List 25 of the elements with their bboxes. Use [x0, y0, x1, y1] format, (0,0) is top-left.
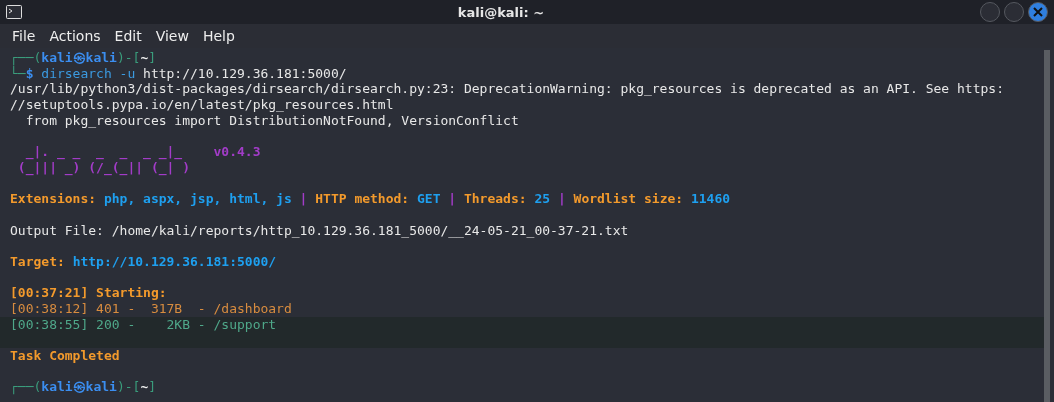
menu-item[interactable]: File [6, 26, 42, 46]
terminal-line: └─$ dirsearch -u http://10.129.36.181:5000/ [9, 65, 348, 82]
maximize-button[interactable] [1004, 2, 1024, 22]
terminal-line: [00:38:12] 401 - 317B - /dashboard [9, 301, 293, 317]
scrollbar[interactable] [1044, 50, 1050, 402]
menu-item[interactable]: Help [196, 26, 241, 46]
window-title: kali@kali: ~ [457, 4, 545, 20]
terminal-line: //setuptools.pypa.io/en/latest/pkg_resources.html [9, 97, 395, 113]
terminal-line: /usr/lib/python3/dist-packages/dirsearch/dirsearch.py:23: DeprecationWarning: pkg_resources is deprecated as an API. See https: [9, 81, 1005, 98]
close-button[interactable] [1028, 2, 1048, 22]
terminal-line: ┌──(kali㉿kali)-[~] [9, 50, 158, 66]
menu-item[interactable]: Edit [108, 26, 148, 46]
menu-item[interactable]: View [149, 26, 195, 46]
terminal-line: ┌──(kali㉿kali)-[~] [9, 379, 158, 396]
terminal-line: _|. _ _ _ _ _ _|_ v0.4.3 [24, 144, 262, 160]
close-icon [1033, 7, 1043, 17]
terminal-line: Target: http://10.129.36.181:5000/ [9, 253, 278, 270]
terminal-line: from pkg_resources import DistributionNotFound, VersionConflict [24, 112, 520, 129]
terminal-icon [6, 5, 22, 19]
menu-item[interactable]: Actions [43, 26, 107, 46]
terminal-line: Task Completed [9, 348, 121, 364]
terminal-line: Extensions: php, aspx, jsp, html, js | HTTP method: GET | Threads: 25 | Wordlist size: 11460 [9, 191, 732, 207]
terminal-line: [00:37:21] Starting: [9, 285, 168, 301]
minimize-button[interactable] [980, 2, 1000, 22]
terminal-line: Output File: /home/kali/reports/http_10.129.36.181_5000/__24-05-21_00-37-21.txt [9, 222, 630, 239]
